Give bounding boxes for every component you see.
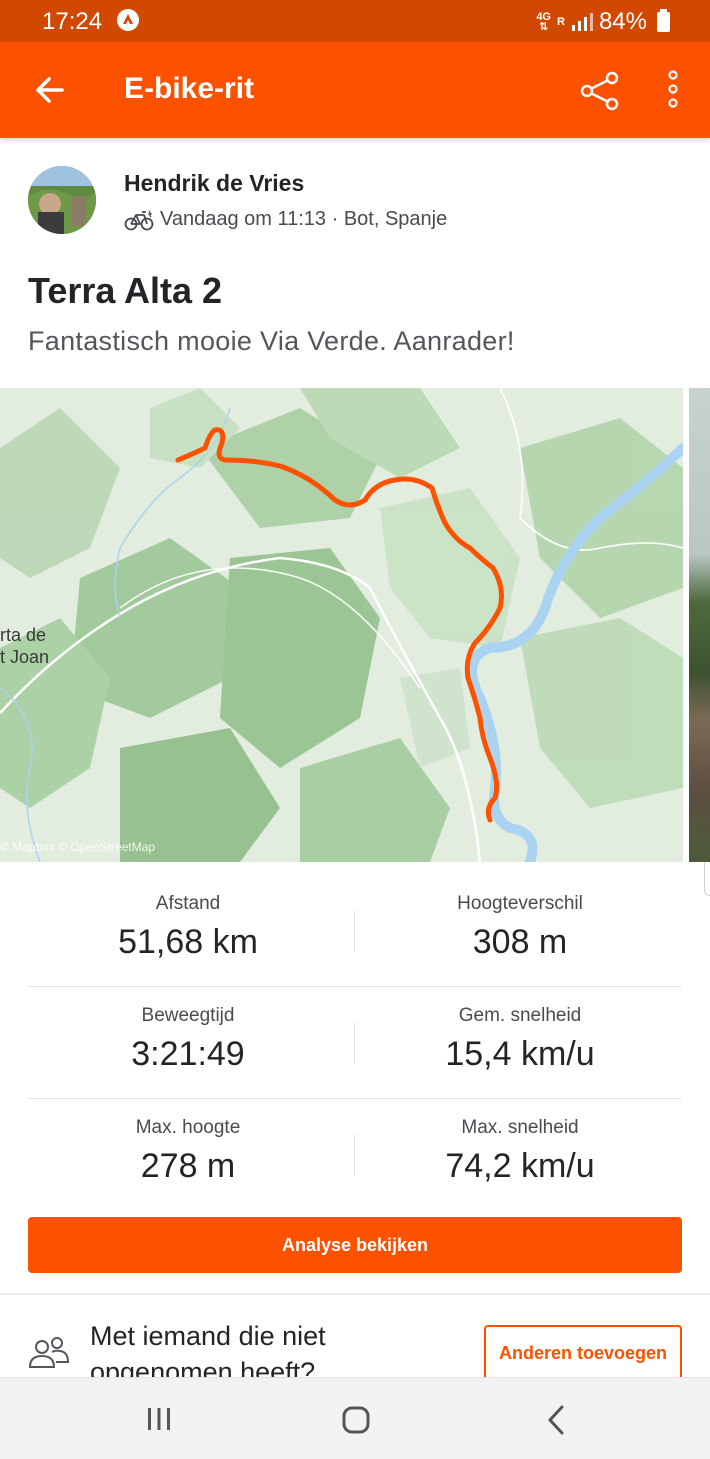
stat-value: 278 m [140,1147,236,1185]
battery-icon [657,9,670,32]
stat-elevation-gain: Hoogteverschil 308 m [360,893,680,962]
activity-description: Fantastisch mooie Via Verde. Aanrader! [28,326,515,356]
activity-date-location: Vandaag om 11:13 · Bot, Spanje [160,208,448,230]
stat-max-elevation: Max. hoogte 278 m [28,1117,348,1186]
add-others-button[interactable]: Anderen toevoegen [484,1325,682,1381]
invite-prompt-line1: Met iemand die niet [90,1321,326,1351]
app-bar: E-bike-rit [0,42,710,138]
section-divider [0,1293,710,1295]
stat-divider [354,910,355,952]
stat-label: Gem. snelheid [458,1005,582,1026]
stat-value: 15,4 km/u [445,1035,595,1073]
strava-notification-icon [117,9,139,31]
system-nav-bar [0,1377,710,1459]
signal-icon [571,13,593,31]
stat-value: 74,2 km/u [445,1147,595,1185]
screen-title: E-bike-rit [124,72,255,105]
activity-title: Terra Alta 2 [28,270,223,311]
stat-distance: Afstand 51,68 km [28,893,348,962]
stat-value: 3:21:49 [131,1035,245,1073]
stats-row-divider [28,986,682,987]
stat-label: Max. snelheid [461,1117,579,1138]
view-analysis-button[interactable]: Analyse bekijken [28,1217,682,1273]
activity-meta: Vandaag om 11:13 · Bot, Spanje [124,208,447,231]
stat-label: Beweegtijd [141,1005,235,1026]
map-town-line1: rta de [0,625,47,645]
map-town-label: rta de t Joan [0,624,49,668]
map-attribution[interactable]: © Mapbox © OpenStreetMap [0,840,155,854]
stat-moving-time: Beweegtijd 3:21:49 [28,1005,348,1074]
avatar[interactable] [28,166,96,234]
battery-percent: 84% [598,8,647,35]
photo-card-edge [704,862,710,896]
stat-divider [354,1022,355,1064]
stat-avg-speed: Gem. snelheid 15,4 km/u [360,1005,680,1074]
home-icon[interactable] [341,1405,371,1435]
stats-row-divider [28,1098,682,1099]
roaming-indicator: R [557,16,565,28]
recent-apps-icon[interactable] [145,1406,173,1432]
route-map[interactable] [0,388,683,862]
status-indicators: 4G ⇅ R 84% [536,8,670,36]
stat-label: Afstand [155,893,221,914]
athlete-name[interactable]: Hendrik de Vries [124,170,304,197]
status-time: 17:24 [42,8,103,35]
map-town-line2: t Joan [0,647,50,667]
stat-label: Hoogteverschil [457,893,583,914]
stat-divider [354,1134,355,1176]
stat-value: 308 m [472,923,568,961]
chevron-left-icon[interactable] [545,1404,567,1436]
more-vertical-icon[interactable] [660,68,686,112]
network-type: 4G ⇅ [536,12,551,33]
arrow-left-icon[interactable] [30,70,70,110]
stat-label: Max. hoogte [135,1117,241,1138]
network-arrows-icon: ⇅ [539,21,549,33]
stat-max-speed: Max. snelheid 74,2 km/u [360,1117,680,1186]
stat-value: 51,68 km [118,923,258,961]
roaming-label: R [557,16,565,28]
photo-thumbnail[interactable] [689,388,710,862]
status-bar: 17:24 4G ⇅ R 84% [0,0,710,42]
share-icon[interactable] [578,69,622,113]
people-icon [28,1337,70,1368]
bicycle-icon [124,210,154,230]
